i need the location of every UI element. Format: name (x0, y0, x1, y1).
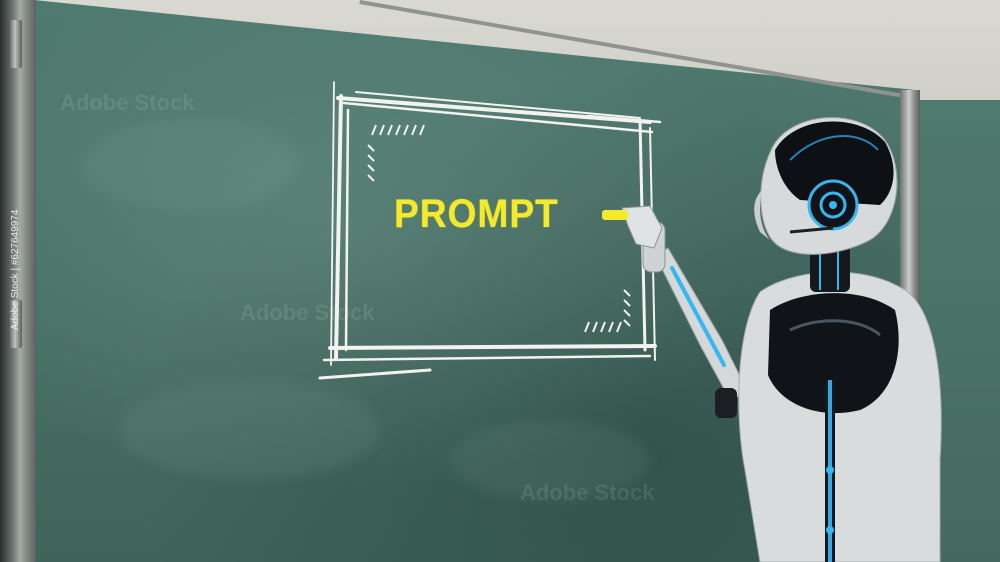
robot (602, 117, 942, 562)
board-text: PROMPT (394, 192, 559, 236)
chalk-drawing (318, 81, 942, 562)
side-watermark: Adobe Stock | #627649974 (10, 209, 21, 330)
scene: Adobe Stock Adobe Stock Adobe Stock PROM… (0, 0, 1000, 562)
